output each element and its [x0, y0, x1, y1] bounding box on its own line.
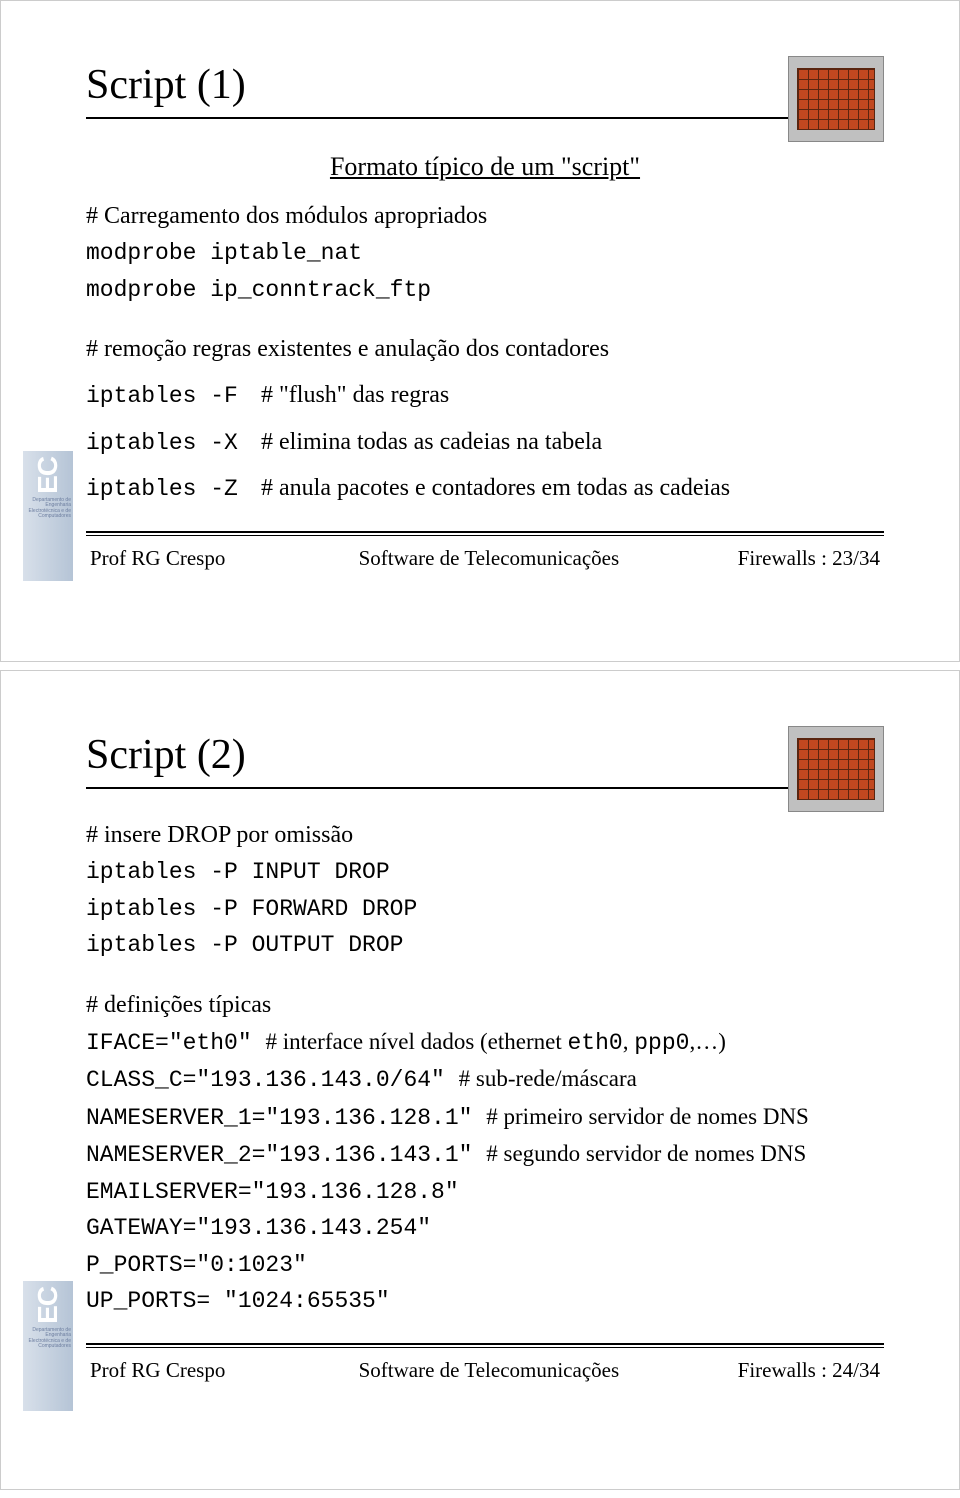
- row-iptables-z: iptables -Z # anula pacotes e contadores…: [86, 470, 884, 507]
- row-ns1: NAMESERVER_1="193.136.128.1" # primeiro …: [86, 1100, 884, 1136]
- code-ns2: NAMESERVER_2="193.136.143.1": [86, 1142, 486, 1168]
- dept-logo: EC Departamento de Engenharia Electrotéc…: [23, 1281, 73, 1411]
- block-load: # Carregamento dos módulos apropriados m…: [86, 198, 884, 307]
- code-iface: IFACE="eth0": [86, 1030, 265, 1056]
- comment-iface-d: ppp0: [634, 1030, 689, 1056]
- code-drop-output: iptables -P OUTPUT DROP: [86, 928, 884, 963]
- slide-footer: Prof RG Crespo Software de Telecomunicaç…: [86, 546, 884, 571]
- block-drop: # insere DROP por omissão iptables -P IN…: [86, 817, 884, 963]
- row-iface: IFACE="eth0" # interface nível dados (et…: [86, 1025, 884, 1061]
- footer-author: Prof RG Crespo: [90, 1358, 359, 1383]
- row-iptables-x: iptables -X # elimina todas as cadeias n…: [86, 424, 884, 461]
- code-iptables-f: iptables -F: [86, 379, 261, 414]
- comment-remove: # remoção regras existentes e anulação d…: [86, 331, 884, 367]
- comment-iptables-z: # anula pacotes e contadores em todas as…: [261, 470, 730, 506]
- footer-divider-top: [86, 531, 884, 533]
- footer-page: Firewalls : 23/34: [698, 546, 880, 571]
- comment-drop: # insere DROP por omissão: [86, 817, 884, 853]
- logo-dept: Departamento de Engenharia Electrotécnic…: [23, 498, 73, 520]
- slide-2: Script (2) # insere DROP por omissão ipt…: [0, 670, 960, 1490]
- footer-divider-bottom: [86, 1347, 884, 1348]
- code-iptables-x: iptables -X: [86, 426, 261, 461]
- subtitle: Formato típico de um "script": [86, 147, 884, 186]
- footer-divider-top: [86, 1343, 884, 1345]
- code-pports: P_PORTS="0:1023": [86, 1248, 884, 1283]
- code-email: EMAILSERVER="193.136.128.8": [86, 1175, 884, 1210]
- comment-iptables-x: # elimina todas as cadeias na tabela: [261, 424, 602, 460]
- slide-1: Script (1) Formato típico de um "script"…: [0, 0, 960, 662]
- code-modprobe-nat: modprobe iptable_nat: [86, 236, 884, 271]
- comment-iface-b: eth0: [568, 1030, 623, 1056]
- code-iptables-z: iptables -Z: [86, 472, 261, 507]
- title-divider: [86, 117, 884, 119]
- firewall-icon: [788, 56, 884, 142]
- comment-iface-a: # interface nível dados (ethernet: [265, 1029, 567, 1054]
- comment-defs: # definições típicas: [86, 987, 884, 1023]
- comment-iptables-f: # "flush" das regras: [261, 377, 449, 413]
- row-iptables-f: iptables -F # "flush" das regras: [86, 377, 884, 414]
- comment-iface-e: ,…): [689, 1029, 725, 1054]
- title-divider: [86, 787, 884, 789]
- comment-iface-c: ,: [623, 1029, 635, 1054]
- block-defs: # definições típicas IFACE="eth0" # inte…: [86, 987, 884, 1319]
- code-classc: CLASS_C="193.136.143.0/64": [86, 1067, 459, 1093]
- footer-course: Software de Telecomunicações: [359, 1358, 699, 1383]
- comment-load: # Carregamento dos módulos apropriados: [86, 198, 884, 234]
- footer-author: Prof RG Crespo: [90, 546, 359, 571]
- footer-divider-bottom: [86, 535, 884, 536]
- slide-footer: Prof RG Crespo Software de Telecomunicaç…: [86, 1358, 884, 1383]
- comment-ns1: # primeiro servidor de nomes DNS: [486, 1104, 809, 1129]
- code-gateway: GATEWAY="193.136.143.254": [86, 1211, 884, 1246]
- slide-content: # insere DROP por omissão iptables -P IN…: [86, 817, 884, 1319]
- firewall-icon: [788, 726, 884, 812]
- logo-dept: Departamento de Engenharia Electrotécnic…: [23, 1328, 73, 1350]
- logo-ec: EC: [32, 1287, 64, 1324]
- footer-page: Firewalls : 24/34: [698, 1358, 880, 1383]
- comment-ns2: # segundo servidor de nomes DNS: [486, 1141, 806, 1166]
- code-drop-forward: iptables -P FORWARD DROP: [86, 892, 884, 927]
- logo-ec: EC: [32, 457, 64, 494]
- slide-title: Script (2): [86, 731, 884, 779]
- slide-content: Formato típico de um "script" # Carregam…: [86, 147, 884, 507]
- code-modprobe-ftp: modprobe ip_conntrack_ftp: [86, 273, 884, 308]
- code-ns1: NAMESERVER_1="193.136.128.1": [86, 1105, 486, 1131]
- row-classc: CLASS_C="193.136.143.0/64" # sub-rede/má…: [86, 1062, 884, 1098]
- code-drop-input: iptables -P INPUT DROP: [86, 855, 884, 890]
- row-ns2: NAMESERVER_2="193.136.143.1" # segundo s…: [86, 1137, 884, 1173]
- block-remove: # remoção regras existentes e anulação d…: [86, 331, 884, 507]
- code-upports: UP_PORTS= "1024:65535": [86, 1284, 884, 1319]
- slide-title: Script (1): [86, 61, 884, 109]
- comment-classc: # sub-rede/máscara: [459, 1066, 637, 1091]
- footer-course: Software de Telecomunicações: [359, 546, 699, 571]
- dept-logo: EC Departamento de Engenharia Electrotéc…: [23, 451, 73, 581]
